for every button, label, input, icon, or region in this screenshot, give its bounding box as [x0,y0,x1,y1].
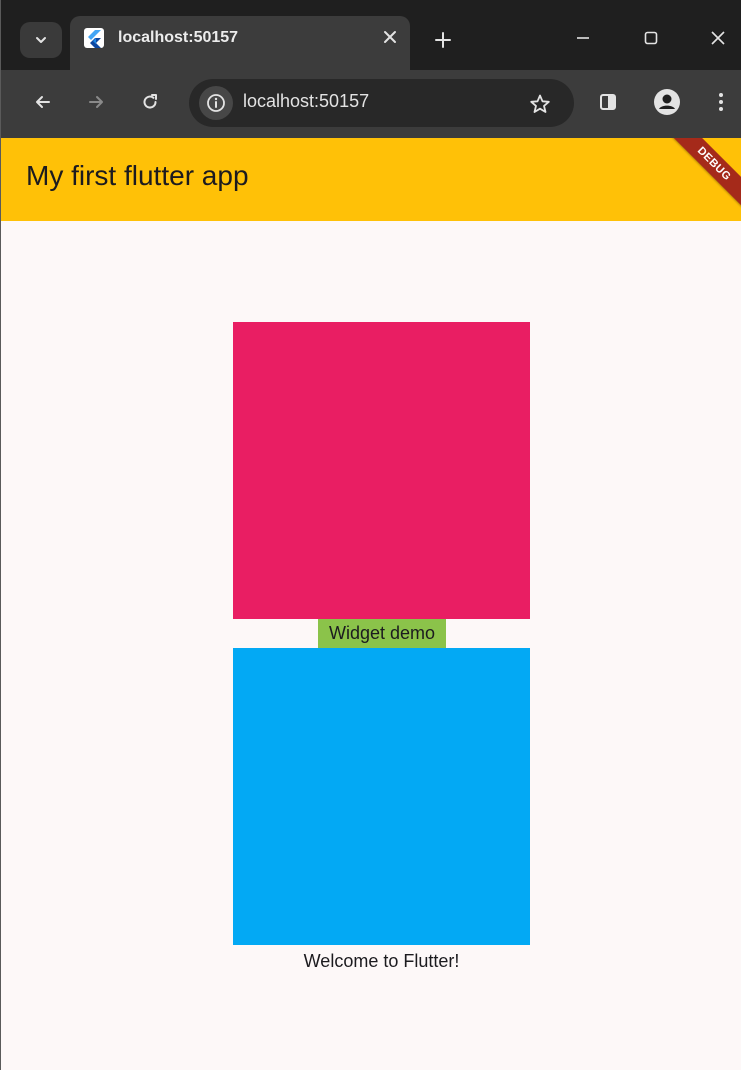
blue-box [233,648,530,945]
close-icon [710,30,726,46]
url-text[interactable]: localhost:50157 [243,91,369,112]
reload-button[interactable] [132,84,168,120]
arrow-right-icon [86,92,106,112]
plus-icon [434,31,452,49]
close-window-button[interactable] [693,18,741,58]
welcome-label: Welcome to Flutter! [303,950,460,971]
flutter-app: My first flutter app DEBUG Widget demo W… [1,138,741,1070]
browser-toolbar: localhost:50157 [1,70,741,138]
side-panel-button[interactable] [590,84,626,120]
flutter-icon [84,28,104,48]
forward-button[interactable] [78,84,114,120]
maximize-button[interactable] [626,18,676,58]
reload-icon [140,92,160,112]
profile-button[interactable] [649,84,685,120]
close-icon [383,30,397,44]
app-bar: My first flutter app [1,138,741,221]
minimize-icon [575,30,591,46]
chevron-down-icon [34,33,48,47]
info-icon [206,93,226,113]
side-panel-icon [598,92,618,112]
browser-tab[interactable]: localhost:50157 [70,16,410,70]
profile-icon [653,88,681,116]
site-info-button[interactable] [199,86,233,120]
widget-demo-label: Widget demo [318,619,446,648]
browser-menu-button[interactable] [703,84,739,120]
new-tab-button[interactable] [427,24,459,56]
browser-window: localhost:50157 localhost:50157 My first… [0,0,741,1070]
pink-box [233,322,530,619]
arrow-left-icon [33,92,53,112]
bookmark-button[interactable] [525,89,555,119]
kebab-menu-icon [718,91,724,113]
address-bar[interactable]: localhost:50157 [189,79,574,127]
tab-search-button[interactable] [20,22,62,58]
close-tab-button[interactable] [378,25,402,49]
tab-strip: localhost:50157 [1,0,741,70]
back-button[interactable] [25,84,61,120]
star-icon [529,93,551,115]
minimize-button[interactable] [558,18,608,58]
page-title: My first flutter app [26,160,249,191]
maximize-icon [643,30,659,46]
tab-title: localhost:50157 [118,29,239,46]
